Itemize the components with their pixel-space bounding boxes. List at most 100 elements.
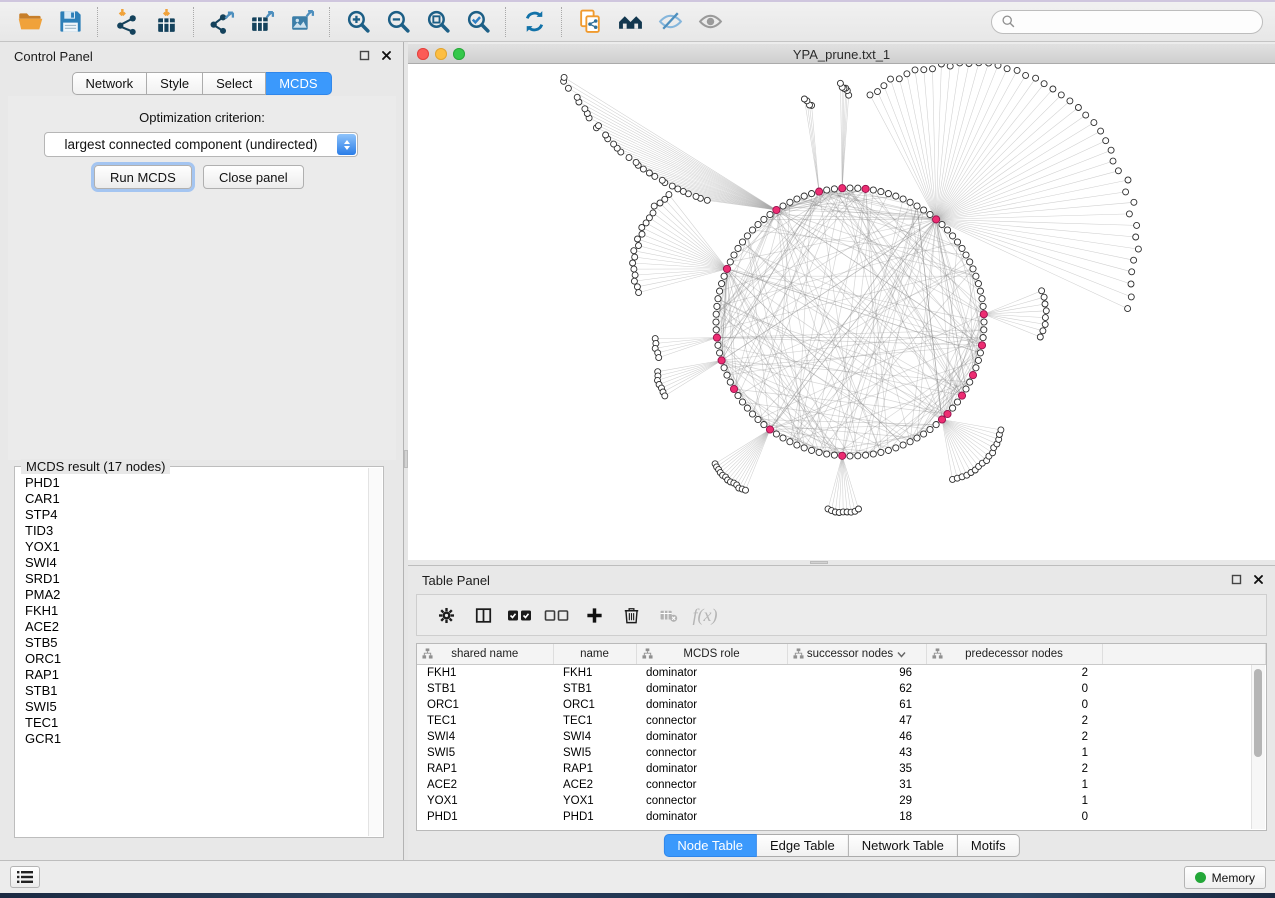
- show-column-button[interactable]: [466, 600, 500, 630]
- tab-network[interactable]: Network: [71, 72, 147, 95]
- search-field[interactable]: [991, 10, 1263, 34]
- tab-edge-table[interactable]: Edge Table: [757, 834, 849, 857]
- table-row[interactable]: ACE2ACE2connector311: [417, 777, 1266, 793]
- list-item[interactable]: SWI4: [25, 555, 367, 571]
- result-list-scrollbar[interactable]: [368, 468, 382, 836]
- column-header-predecessor-nodes[interactable]: predecessor nodes: [926, 644, 1102, 665]
- tab-network-table[interactable]: Network Table: [849, 834, 958, 857]
- tab-select[interactable]: Select: [203, 72, 266, 95]
- delete-table-button[interactable]: [651, 600, 685, 630]
- table-cell: FKH1: [553, 665, 636, 682]
- tab-motifs[interactable]: Motifs: [958, 834, 1020, 857]
- search-input[interactable]: [1021, 13, 1252, 30]
- select-all-checkboxes-button[interactable]: [503, 600, 537, 630]
- first-neighbors-button[interactable]: [610, 5, 650, 39]
- column-settings-gear-button[interactable]: [429, 600, 463, 630]
- list-item[interactable]: ORC1: [25, 651, 367, 667]
- export-network-button[interactable]: [202, 5, 242, 39]
- hide-selected-button[interactable]: [650, 5, 690, 39]
- table-cell: 2: [926, 665, 1102, 682]
- open-session-button[interactable]: [10, 5, 50, 39]
- table-cell: dominator: [636, 665, 787, 682]
- table-cell: 1: [926, 793, 1102, 809]
- export-image-button[interactable]: [282, 5, 322, 39]
- list-item[interactable]: GCR1: [25, 731, 367, 747]
- column-header-shared-name[interactable]: shared name: [417, 644, 553, 665]
- memory-button[interactable]: Memory: [1184, 866, 1266, 889]
- add-row-icon: [585, 606, 604, 625]
- list-item[interactable]: PMA2: [25, 587, 367, 603]
- list-item[interactable]: YOX1: [25, 539, 367, 555]
- tab-style[interactable]: Style: [147, 72, 203, 95]
- splitter-grip[interactable]: [810, 561, 828, 564]
- table-row[interactable]: RAP1RAP1dominator352: [417, 761, 1266, 777]
- table-row[interactable]: SWI4SWI4dominator462: [417, 729, 1266, 745]
- import-network-file-button[interactable]: [106, 5, 146, 39]
- table-scrollbar-thumb[interactable]: [1254, 669, 1262, 757]
- control-panel: Control Panel NetworkStyleSelectMCDS Opt…: [0, 42, 404, 860]
- table-row[interactable]: FKH1FKH1dominator962: [417, 665, 1266, 682]
- zoom-fit-button[interactable]: [418, 5, 458, 39]
- table-row[interactable]: TEC1TEC1connector472: [417, 713, 1266, 729]
- list-item[interactable]: STB1: [25, 683, 367, 699]
- list-item[interactable]: RAP1: [25, 667, 367, 683]
- refresh-view-button[interactable]: [514, 5, 554, 39]
- zoom-out-button[interactable]: [378, 5, 418, 39]
- toolbar-separator: [193, 7, 195, 37]
- table-row[interactable]: ORC1ORC1dominator610: [417, 697, 1266, 713]
- table-cell-filler: [1102, 681, 1266, 697]
- table-cell-filler: [1102, 777, 1266, 793]
- list-item[interactable]: CAR1: [25, 491, 367, 507]
- table-panel-title: Table Panel: [422, 573, 490, 588]
- column-header-name[interactable]: name: [553, 644, 636, 665]
- list-item[interactable]: TEC1: [25, 715, 367, 731]
- show-panel-list-button[interactable]: [10, 866, 40, 888]
- show-all-button[interactable]: [690, 5, 730, 39]
- column-header-mcds-role[interactable]: MCDS role: [636, 644, 787, 665]
- list-item[interactable]: PHD1: [25, 475, 367, 491]
- list-item[interactable]: STB5: [25, 635, 367, 651]
- zoom-in-button[interactable]: [338, 5, 378, 39]
- network-view[interactable]: [408, 64, 1275, 560]
- add-row-button[interactable]: [577, 600, 611, 630]
- deselect-all-checkboxes-button[interactable]: [540, 600, 574, 630]
- delete-row-icon: [622, 606, 641, 625]
- zoom-selected-button[interactable]: [458, 5, 498, 39]
- float-panel-button[interactable]: [1230, 573, 1243, 586]
- list-item[interactable]: SRD1: [25, 571, 367, 587]
- float-panel-button[interactable]: [358, 49, 371, 62]
- close-panel-button[interactable]: [380, 49, 393, 62]
- table-cell: STB1: [553, 681, 636, 697]
- delete-row-button[interactable]: [614, 600, 648, 630]
- table-row[interactable]: STB1STB1dominator620: [417, 681, 1266, 697]
- column-header-successor-nodes[interactable]: successor nodes: [787, 644, 926, 665]
- save-session-button[interactable]: [50, 5, 90, 39]
- table-panel: Table Panel f(x) shared namenameMCDS rol…: [408, 565, 1275, 860]
- run-mcds-button[interactable]: Run MCDS: [94, 165, 192, 189]
- table-cell-filler: [1102, 793, 1266, 809]
- list-item[interactable]: STP4: [25, 507, 367, 523]
- list-item[interactable]: TID3: [25, 523, 367, 539]
- close-panel-button[interactable]: [1252, 573, 1265, 586]
- table-row[interactable]: YOX1YOX1connector291: [417, 793, 1266, 809]
- function-builder-button[interactable]: f(x): [688, 600, 722, 630]
- table-row[interactable]: PHD1PHD1dominator180: [417, 809, 1266, 825]
- export-table-button[interactable]: [242, 5, 282, 39]
- list-item[interactable]: FKH1: [25, 603, 367, 619]
- tab-node-table[interactable]: Node Table: [663, 834, 757, 857]
- list-item[interactable]: SWI5: [25, 699, 367, 715]
- network-window-title: YPA_prune.txt_1: [408, 47, 1275, 62]
- network-graph[interactable]: [408, 64, 1275, 560]
- table-scrollbar[interactable]: [1251, 665, 1265, 829]
- table-cell: 0: [926, 809, 1102, 825]
- criterion-dropdown[interactable]: largest connected component (undirected): [44, 132, 358, 157]
- table-cell-filler: [1102, 745, 1266, 761]
- tab-mcds[interactable]: MCDS: [266, 72, 331, 95]
- network-window-titlebar[interactable]: YPA_prune.txt_1: [408, 44, 1275, 64]
- clone-network-button[interactable]: [570, 5, 610, 39]
- import-table-file-button[interactable]: [146, 5, 186, 39]
- list-item[interactable]: ACE2: [25, 619, 367, 635]
- network-window: YPA_prune.txt_1: [408, 44, 1275, 560]
- close-panel-action-button[interactable]: Close panel: [203, 165, 304, 189]
- table-row[interactable]: SWI5SWI5connector431: [417, 745, 1266, 761]
